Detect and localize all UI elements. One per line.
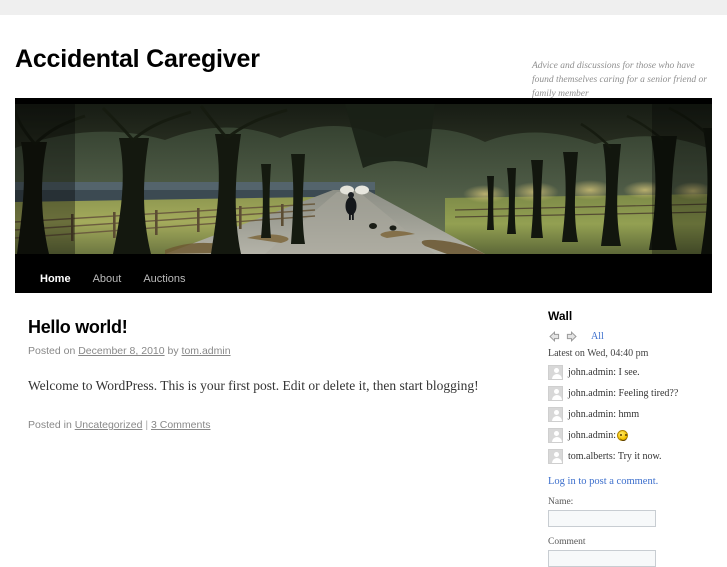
site-header: Accidental Caregiver Advice and discussi…: [15, 31, 712, 101]
site-title-link[interactable]: Accidental Caregiver: [15, 45, 260, 73]
wall-message-body: :: [613, 430, 617, 441]
nav-link-home[interactable]: Home: [29, 266, 82, 293]
header-landscape-illustration: [15, 98, 712, 266]
post-content: Welcome to WordPress. This is your first…: [28, 376, 498, 396]
comment-input[interactable]: [548, 550, 656, 567]
avatar-icon: [548, 428, 563, 443]
wall-message-body: : Feeling tired??: [613, 388, 679, 399]
comment-field-label: Comment: [548, 537, 586, 547]
wall-message-text: john.admin:: [568, 430, 629, 441]
wall-message-body: : I see.: [613, 367, 640, 378]
avatar-icon: [548, 407, 563, 422]
login-to-comment-link[interactable]: Log in to post a comment.: [548, 476, 712, 487]
utility-prefix: Posted in: [28, 419, 75, 431]
wall-message-body: : Try it now.: [612, 451, 662, 462]
post-comments-link[interactable]: 3 Comments: [151, 419, 211, 431]
nav-link-about[interactable]: About: [82, 266, 133, 293]
arrow-left-icon[interactable]: [548, 330, 561, 343]
wall-message-item[interactable]: tom.alberts: Try it now.: [548, 447, 712, 466]
nav-link-auctions[interactable]: Auctions: [132, 266, 196, 293]
post-title-text: Hello world!: [28, 317, 128, 337]
name-field-label: Name:: [548, 497, 574, 507]
nav-menu: Home About Auctions: [15, 266, 712, 293]
arrow-right-icon[interactable]: [565, 330, 578, 343]
page-wrapper: Accidental Caregiver Advice and discussi…: [0, 15, 727, 567]
wall-message-item[interactable]: john.admin: Feeling tired??: [548, 384, 712, 403]
nav-item-about[interactable]: About: [82, 266, 133, 293]
content-column: Hello world! Posted on December 8, 2010 …: [28, 293, 498, 431]
post-paragraph: Welcome to WordPress. This is your first…: [28, 378, 479, 393]
sidebar-column: Wall All Latest on Wed, 04:40 pm john.ad…: [548, 309, 712, 567]
avatar-icon: [548, 386, 563, 401]
avatar-icon: [548, 365, 563, 380]
name-input[interactable]: [548, 510, 656, 527]
post-meta-prefix: Posted on: [28, 345, 79, 357]
wall-message-user: tom.alberts: [568, 451, 613, 462]
wall-message-user: john.admin: [568, 367, 614, 378]
wall-widget: Wall All Latest on Wed, 04:40 pm john.ad…: [548, 309, 712, 567]
wall-message-text: john.admin: Feeling tired??: [568, 388, 678, 399]
wall-message-item[interactable]: john.admin:: [548, 426, 712, 445]
post-date-link[interactable]: December 8, 2010: [78, 345, 164, 357]
wall-latest-timestamp: Latest on Wed, 04:40 pm: [548, 348, 649, 359]
post-article: Hello world! Posted on December 8, 2010 …: [28, 293, 498, 431]
post-meta-by: by: [164, 345, 182, 357]
site-title: Accidental Caregiver: [15, 45, 260, 74]
post-category-link[interactable]: Uncategorized: [75, 419, 143, 431]
nav-item-home[interactable]: Home: [29, 266, 82, 293]
main-area: Hello world! Posted on December 8, 2010 …: [15, 293, 712, 567]
post-utility: Posted in Uncategorized | 3 Comments: [28, 419, 498, 431]
post-author-link[interactable]: tom.admin: [182, 345, 231, 357]
wall-widget-title: Wall: [548, 309, 573, 323]
wall-all-link[interactable]: All: [591, 331, 604, 342]
wall-message-user: john.admin: [568, 388, 614, 399]
primary-navigation: Home About Auctions: [15, 266, 712, 293]
wall-message-list: john.admin: I see. john.admin: Feeling t…: [548, 363, 712, 466]
avatar-icon: [548, 449, 563, 464]
post-meta: Posted on December 8, 2010 by tom.admin: [28, 345, 498, 357]
wall-message-item[interactable]: john.admin: hmm: [548, 405, 712, 424]
wall-message-text: tom.alberts: Try it now.: [568, 451, 662, 462]
wall-message-item[interactable]: john.admin: I see.: [548, 363, 712, 382]
browser-top-strip: [0, 0, 727, 15]
wall-navigation: All: [548, 330, 712, 343]
smiley-face-icon: [617, 430, 629, 441]
nav-item-auctions[interactable]: Auctions: [132, 266, 196, 293]
wall-message-text: john.admin: I see.: [568, 367, 640, 378]
utility-separator: |: [142, 419, 151, 431]
wall-message-text: john.admin: hmm: [568, 409, 639, 420]
site-description: Advice and discussions for those who hav…: [532, 61, 707, 99]
post-title[interactable]: Hello world!: [28, 293, 498, 338]
wall-message-user: john.admin: [568, 430, 614, 441]
header-banner-image: [15, 98, 712, 266]
wall-message-user: john.admin: [568, 409, 614, 420]
wall-message-body: : hmm: [613, 409, 640, 420]
